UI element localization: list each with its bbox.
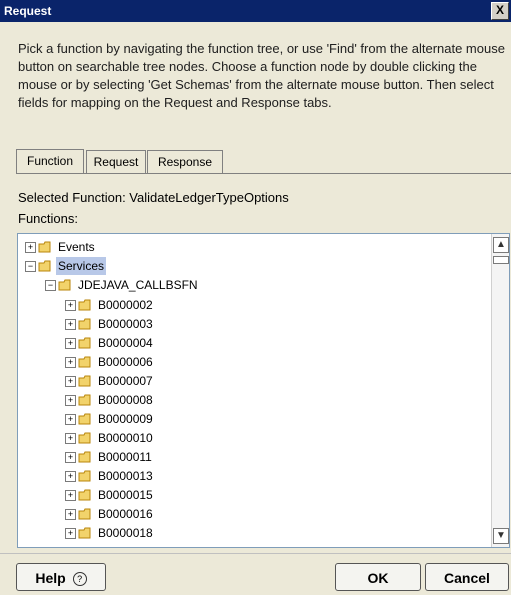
folder-icon xyxy=(38,241,51,253)
folder-open-icon xyxy=(58,279,71,291)
expand-icon[interactable]: + xyxy=(65,433,76,444)
tree-node-label: Services xyxy=(56,257,107,275)
folder-icon xyxy=(78,489,91,501)
folder-icon xyxy=(78,318,91,330)
folder-icon xyxy=(78,337,91,349)
title-bar: Request X xyxy=(0,0,511,22)
expand-icon[interactable]: + xyxy=(65,528,76,539)
tab-divider xyxy=(16,173,511,174)
tree-node-label: B0000008 xyxy=(98,393,153,407)
folder-icon xyxy=(78,527,91,539)
tree-node-label: B0000011 xyxy=(98,450,152,464)
tree-node-label: B0000006 xyxy=(98,355,153,369)
folder-icon xyxy=(78,299,91,311)
expand-icon[interactable]: + xyxy=(65,414,76,425)
expand-icon[interactable]: + xyxy=(65,300,76,311)
folder-icon xyxy=(78,375,91,387)
window-title: Request xyxy=(4,4,52,18)
expand-icon[interactable]: + xyxy=(65,319,76,330)
folder-icon xyxy=(78,432,91,444)
help-button[interactable]: Help ? xyxy=(16,563,106,591)
selected-function-label: Selected Function: ValidateLedgerTypeOpt… xyxy=(18,190,289,205)
instructions-text: Pick a function by navigating the functi… xyxy=(18,41,505,110)
expand-icon[interactable]: + xyxy=(65,395,76,406)
ok-button[interactable]: OK xyxy=(335,563,421,591)
expand-icon[interactable]: + xyxy=(65,452,76,463)
scroll-down-icon[interactable]: ▼ xyxy=(493,528,509,544)
expand-icon[interactable]: + xyxy=(65,376,76,387)
expand-icon[interactable]: + xyxy=(25,242,36,253)
tree-node-label: Events xyxy=(58,240,95,254)
expand-icon[interactable]: + xyxy=(65,509,76,520)
tab-request[interactable]: Request xyxy=(86,150,146,173)
help-icon: ? xyxy=(72,572,87,586)
tree-node-label: B0000007 xyxy=(98,374,153,388)
tree-node-label: B0000013 xyxy=(98,469,153,483)
scroll-up-icon[interactable]: ▲ xyxy=(493,237,509,253)
folder-icon xyxy=(78,394,91,406)
tree-node-label: B0000016 xyxy=(98,507,153,521)
tree-node-label: JDEJAVA_CALLBSFN xyxy=(78,278,198,292)
scroll-thumb[interactable] xyxy=(493,256,509,264)
tree-node-label: B0000015 xyxy=(98,488,153,502)
tree-node-label: B0000004 xyxy=(98,336,153,350)
expand-icon[interactable]: + xyxy=(65,338,76,349)
functions-label: Functions: xyxy=(18,211,78,226)
folder-icon xyxy=(78,356,91,368)
function-tree[interactable]: + Events − Services − JDEJAVA_CALLBSFN +… xyxy=(17,233,510,548)
tree-node-label: B0000010 xyxy=(98,431,153,445)
expand-icon[interactable]: + xyxy=(65,490,76,501)
tree-node-label: B0000009 xyxy=(98,412,153,426)
expand-icon[interactable]: + xyxy=(65,357,76,368)
collapse-icon[interactable]: − xyxy=(25,261,36,272)
expand-icon[interactable]: + xyxy=(65,471,76,482)
cancel-button[interactable]: Cancel xyxy=(425,563,509,591)
tab-function[interactable]: Function xyxy=(16,149,84,174)
footer-divider xyxy=(0,553,511,554)
collapse-icon[interactable]: − xyxy=(45,280,56,291)
tree-node-label: B0000018 xyxy=(98,526,153,540)
close-button[interactable]: X xyxy=(491,2,509,20)
folder-icon xyxy=(78,508,91,520)
folder-icon xyxy=(78,451,91,463)
tree-node-label: B0000002 xyxy=(98,298,153,312)
folder-open-icon xyxy=(38,260,51,272)
tab-response[interactable]: Response xyxy=(147,150,223,173)
folder-icon xyxy=(78,470,91,482)
help-button-label: Help xyxy=(35,570,66,586)
tree-scrollbar[interactable]: ▲ ▼ xyxy=(491,234,509,547)
tree-node-label: B0000003 xyxy=(98,317,153,331)
folder-icon xyxy=(78,413,91,425)
